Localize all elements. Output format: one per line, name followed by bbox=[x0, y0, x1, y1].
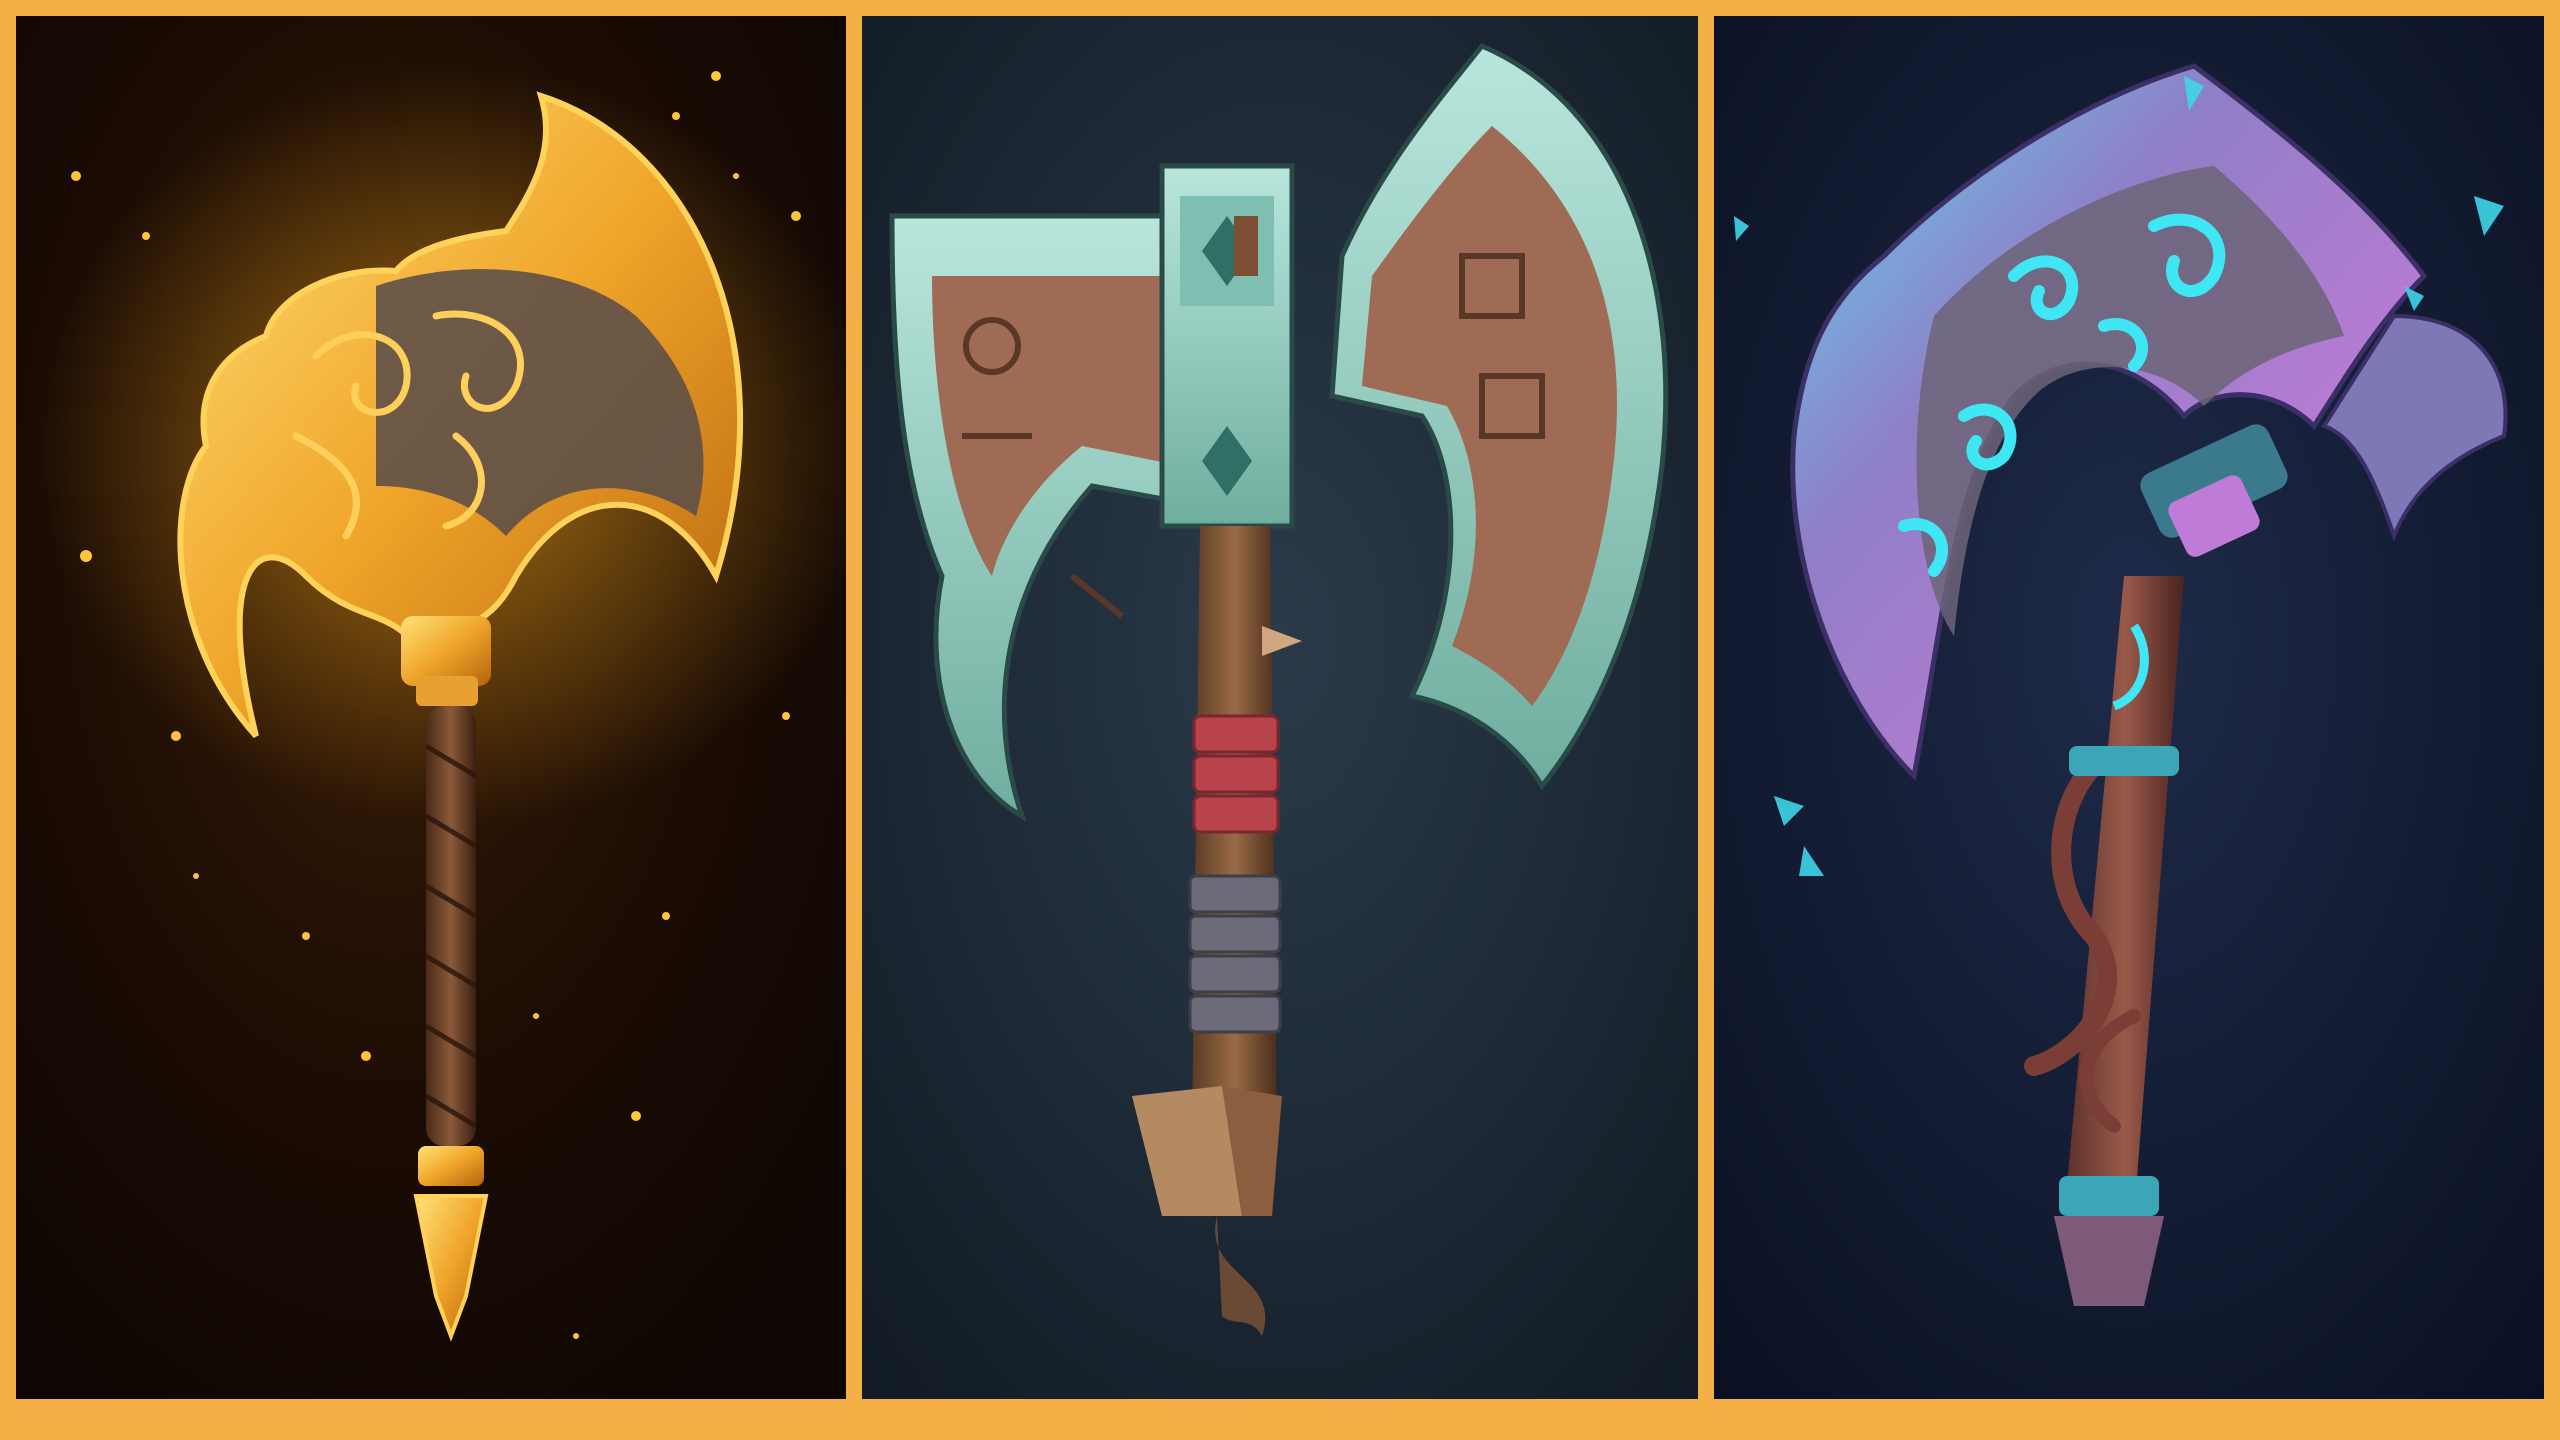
arcane-axe-panel bbox=[1714, 16, 2544, 1399]
teal-axe-icon bbox=[862, 16, 1698, 1399]
golden-axe-icon bbox=[16, 16, 846, 1399]
image-frame bbox=[0, 0, 2560, 1440]
golden-axe-panel bbox=[16, 16, 846, 1399]
arcane-axe-icon bbox=[1714, 16, 2544, 1399]
teal-axe-panel bbox=[862, 16, 1698, 1399]
